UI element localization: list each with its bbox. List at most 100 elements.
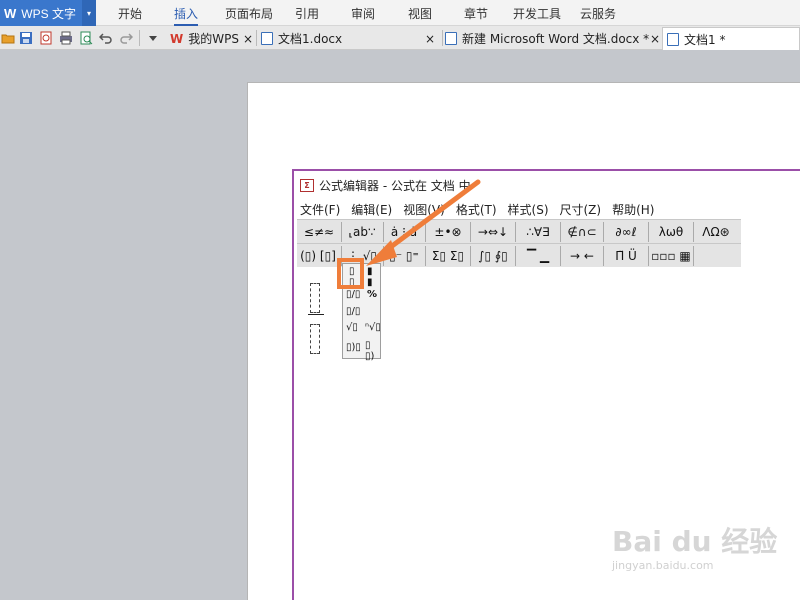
toolbar-divider [560,222,561,242]
arrow-symbols-button[interactable]: →⇔↓ [473,222,513,242]
print-preview-icon[interactable] [79,31,93,45]
doc-tab-label: 新建 Microsoft Word 文档.docx * [462,32,650,46]
watermark-logo-text: Bai du 经验 [612,525,778,558]
toolbar-divider [383,246,384,266]
menu-size[interactable]: 尺寸(Z) [560,201,602,218]
menu-style[interactable]: 样式(S) [508,201,549,218]
save-icon[interactable] [19,31,33,45]
app-menu-dropdown-icon[interactable]: ▾ [82,0,96,26]
print-icon[interactable] [59,31,73,45]
open-folder-icon[interactable] [1,31,15,45]
small-fraction-template-icon[interactable]: ▮ ▮ [367,266,373,288]
highlighted-fraction-option [337,258,364,289]
export-pdf-icon[interactable] [39,31,53,45]
toolbar-divider [648,246,649,266]
toolbar-divider [515,246,516,266]
tab-review[interactable]: 审阅 [351,0,375,26]
formula-numerator-slot[interactable] [310,283,320,313]
long-division-template-icon[interactable]: ▯)▯ [346,342,361,353]
integral-templates-button[interactable]: ∫▯ ∮▯ [473,246,513,266]
matrix-templates-button[interactable]: ▫▫▫ ▦ [651,246,691,266]
summation-templates-button[interactable]: Σ▯ Σ▯ [428,246,468,266]
doc-tab-label: 我的WPS [188,32,239,46]
toolbar-divider [139,30,140,46]
formula-denominator-slot[interactable] [310,324,320,354]
baseline-slash-template-icon[interactable]: ▯/▯ [346,306,360,317]
greek-uppercase-button[interactable]: ΛΩ⊛ [696,222,736,242]
close-tab-icon[interactable]: × [425,27,435,50]
subscript-templates-button[interactable]: ▯⁻ ▯⁼ [386,246,422,266]
wps-brand-icon: W [170,31,184,46]
toolbar-divider [693,246,694,266]
greek-lowercase-button[interactable]: λωθ [651,222,691,242]
undo-icon[interactable] [99,31,113,45]
spaces-ellipses-button[interactable]: ⸤ab∵ [344,222,380,242]
equation-editor-titlebar: Σ 公式编辑器 - 公式在 文档 中 [294,171,800,199]
square-root-template-icon[interactable]: √▯ [346,322,358,333]
slash-fraction-template-icon[interactable]: ▯/▯ [346,289,360,300]
embellishments-button[interactable]: ȧ ⁝ ȧ [386,222,422,242]
fence-templates-button[interactable]: (▯) [▯] [299,246,337,266]
doc-tab-my-wps[interactable]: W 我的WPS [170,27,239,50]
word-doc-icon [261,32,273,45]
close-tab-icon[interactable]: × [243,27,253,50]
labeled-arrow-templates-button[interactable]: → ← [563,246,601,266]
app-menu-button[interactable]: W WPS 文字 ▾ [0,0,96,26]
doc-tab-doc1-docx[interactable]: 文档1.docx [261,27,342,50]
toolbar-divider [603,246,604,266]
toolbar-divider [470,246,471,266]
tab-home[interactable]: 开始 [118,0,142,26]
relational-symbols-button[interactable]: ≤≠≈ [299,222,339,242]
logical-symbols-button[interactable]: ∴∀∃ [518,222,558,242]
word-doc-icon [667,32,679,46]
tab-page-layout[interactable]: 页面布局 [225,0,273,26]
tab-divider [256,30,257,46]
equation-editor-menubar: 文件(F) 编辑(E) 视图(V) 格式(T) 样式(S) 尺寸(Z) 帮助(H… [294,199,800,219]
menu-view[interactable]: 视图(V) [403,201,445,218]
nth-root-template-icon[interactable]: ⁿ√▯ [365,322,381,333]
tab-view[interactable]: 视图 [408,0,432,26]
set-theory-symbols-button[interactable]: ∉∩⊂ [563,222,601,242]
baidu-jingyan-watermark: Bai du 经验 jingyan.baidu.com [612,520,778,572]
menu-edit[interactable]: 编辑(E) [351,201,392,218]
word-doc-icon [445,32,457,45]
tab-insert[interactable]: 插入 [174,0,199,26]
long-division-result-template-icon[interactable]: ▯ ▯) [365,340,374,362]
toolbar-divider [383,222,384,242]
toolbar-divider [648,222,649,242]
menu-file[interactable]: 文件(F) [300,201,340,218]
doc-tab-new-word-doc[interactable]: 新建 Microsoft Word 文档.docx * [445,27,649,50]
fraction-bar [308,314,324,315]
overbar-underbar-templates-button[interactable]: ▔ ▁ [518,246,558,266]
doc-tab-label: 文档1 * [684,32,726,47]
equation-editor-icon: Σ [300,178,314,192]
small-slash-fraction-template-icon[interactable]: % [367,289,377,300]
doc-tab-doc1-active[interactable]: 文档1 * [662,27,800,50]
toolbar-divider [470,222,471,242]
misc-symbols-button[interactable]: ∂∞ℓ [606,222,646,242]
more-dropdown-icon[interactable] [146,31,160,45]
menu-format[interactable]: 格式(T) [456,201,497,218]
symbol-palette-row: ≤≠≈ ⸤ab∵ ȧ ⁝ ȧ ±•⊗ →⇔↓ ∴∀∃ ∉∩⊂ ∂∞ℓ λωθ Λ… [297,220,741,244]
doc-tab-label: 文档1.docx [278,32,343,46]
products-set-templates-button[interactable]: Π̈ Ü [606,246,646,266]
watermark-url: jingyan.baidu.com [612,559,714,572]
toolbar-divider [425,246,426,266]
tab-cloud-services[interactable]: 云服务 [580,0,616,26]
tab-divider [442,30,443,46]
tab-references[interactable]: 引用 [295,0,319,26]
window-title: 公式编辑器 - 公式在 文档 中 [319,178,471,193]
tab-sections[interactable]: 章节 [464,0,488,26]
toolbar-divider [603,222,604,242]
toolbar-divider [515,222,516,242]
redo-icon[interactable] [119,31,133,45]
close-tab-icon[interactable]: × [650,27,660,50]
app-name: WPS 文字 [21,6,76,21]
toolbar-divider [693,222,694,242]
ribbon-header: W WPS 文字 ▾ 开始 插入 页面布局 引用 审阅 视图 章节 开发工具 云… [0,0,800,26]
toolbar-divider [560,246,561,266]
menu-help[interactable]: 帮助(H) [612,201,654,218]
tab-developer-tools[interactable]: 开发工具 [513,0,561,26]
operator-symbols-button[interactable]: ±•⊗ [428,222,468,242]
toolbar-divider [341,222,342,242]
